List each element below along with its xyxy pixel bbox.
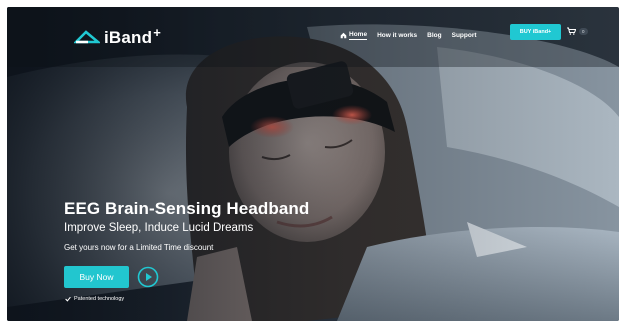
brand-name: iBand+ — [104, 25, 162, 47]
feature-item: Patented technology — [65, 296, 124, 302]
cart-icon — [567, 27, 576, 35]
cart-count-badge: 0 — [579, 27, 588, 35]
home-icon — [340, 32, 347, 39]
main-nav: Home How it works Blog Support — [340, 31, 477, 40]
nav-item-label: Blog — [427, 32, 442, 39]
hero-headline: EEG Brain-Sensing Headband — [64, 199, 310, 218]
nav-item-blog[interactable]: Blog — [427, 32, 441, 39]
check-icon — [65, 296, 71, 302]
brand-logo[interactable]: iBand+ — [74, 25, 161, 48]
cart-button[interactable]: 0 — [567, 27, 588, 35]
play-circle-icon[interactable] — [137, 266, 159, 288]
nav-item-how-it-works[interactable]: How it works — [377, 32, 417, 39]
buy-now-button[interactable]: Buy Now — [64, 266, 129, 288]
nav-item-label: Support — [451, 32, 477, 39]
feature-label: Patented technology — [74, 296, 125, 302]
hero-subheadline: Improve Sleep, Induce Lucid Dreams — [64, 222, 254, 234]
triangle-logo-icon — [74, 29, 100, 43]
nav-item-label: Home — [349, 31, 368, 40]
nav-item-support[interactable]: Support — [452, 32, 477, 39]
buy-iband-button[interactable]: BUY iBand+ — [510, 24, 561, 40]
nav-item-label: How it works — [377, 32, 418, 39]
nav-item-home[interactable]: Home — [340, 31, 368, 40]
hero-promo-text: Get yours now for a Limited Time discoun… — [64, 243, 214, 252]
hero-section: iBand+ Home How it works Blog Support BU… — [7, 7, 619, 321]
